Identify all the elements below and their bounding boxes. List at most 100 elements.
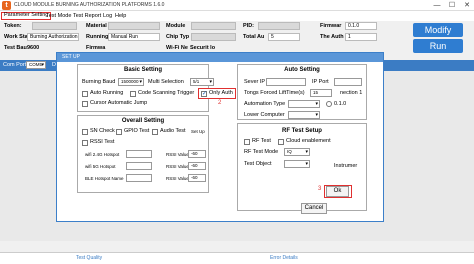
ble-rssi-label: RSSI Value [166, 176, 189, 181]
firmware-right-field[interactable]: 0.1.0 [345, 22, 377, 30]
automation-type-select[interactable] [288, 100, 320, 108]
rssi-test-label: RSSI Test [90, 139, 115, 145]
pid-field[interactable] [258, 22, 300, 30]
auto-running-label: Auto Running [90, 90, 124, 96]
rf-test-checkbox[interactable] [244, 139, 250, 145]
auto-setting-heading: Auto Setting [284, 67, 320, 73]
window-title: CLOUD MODULE BURNING AUTHORIZATION PLATF… [14, 2, 165, 8]
chip-type-label: Chip Typ [166, 34, 190, 40]
multi-selection-select[interactable]: 5/1 [190, 78, 214, 86]
server-ip-label: Sever IP [244, 79, 266, 85]
wifi-5g-rssi-input[interactable]: -60 [188, 162, 206, 170]
ok-highlight: Ok [324, 185, 352, 198]
only-auth-option[interactable]: Only Auth [198, 88, 236, 99]
rf-test-heading: RF Test Setup [282, 128, 322, 134]
app-logo-icon: t [2, 1, 11, 10]
code-scanning-checkbox[interactable] [130, 91, 136, 97]
modify-button[interactable]: Modify [413, 23, 463, 37]
total-auth-field[interactable]: 5 [268, 33, 300, 41]
firmware-right-label: Firmwar [320, 23, 342, 29]
cloud-enablement-label: Cloud enablement [286, 138, 331, 144]
chip-type-field[interactable] [191, 33, 236, 41]
running-field[interactable]: Manual Run [108, 33, 160, 41]
test-quality-status: Test Quality [76, 255, 103, 261]
auto-setting-panel: Auto Setting Sever IP IP Port Tongs Forc… [237, 64, 367, 120]
rssi-test-checkbox[interactable] [82, 140, 88, 146]
auth-label: The Auth [320, 34, 344, 40]
rf-test-mode-select[interactable]: IQ [284, 148, 310, 156]
maximize-button[interactable]: ☐ [445, 0, 459, 11]
wifi-5g-rssi-label: RSSI Value [166, 164, 189, 169]
multi-selection-label: Multi Selection [148, 79, 184, 85]
ok-marker: 3 [318, 186, 322, 192]
dialog-title: SET UP [57, 53, 383, 62]
ble-hotspot-input[interactable] [126, 174, 152, 182]
work-station-field[interactable]: Burning Authorization [27, 33, 79, 41]
ok-button[interactable]: Ok [326, 186, 349, 197]
cursor-jump-label: Cursor Automatic Jump [90, 100, 148, 106]
status-bar: Test Quality Error Details [0, 252, 474, 264]
code-scanning-label: Code Scanning Trigger [138, 90, 195, 96]
server-ip-input[interactable] [266, 78, 306, 86]
test-object-select[interactable] [284, 160, 310, 168]
only-auth-checkbox[interactable] [201, 90, 207, 97]
token-field[interactable] [32, 22, 77, 30]
audio-test-checkbox[interactable] [152, 129, 158, 135]
ble-rssi-input[interactable]: -60 [188, 174, 206, 182]
auto-running-checkbox[interactable] [82, 91, 88, 97]
instrument-label: Instrumer [334, 163, 358, 169]
auth-field[interactable]: 1 [345, 33, 377, 41]
burning-baud-select[interactable]: 1500000 [118, 78, 144, 86]
only-auth-label: Only Auth [209, 90, 233, 96]
test-baud-value: 9600 [27, 45, 40, 51]
wifi-5g-label: wifi 5G Hotspot [85, 164, 116, 169]
menu-test-mode[interactable]: Test Mode [44, 12, 73, 20]
audio-test-label: Audio Test [160, 128, 186, 134]
test-baud-label: Test Bau [4, 45, 27, 51]
menu-help[interactable]: Help [113, 12, 128, 20]
rf-test-mode-label: RF Test Mode [244, 149, 279, 155]
total-auth-label: Total Au [243, 34, 265, 40]
setup-dialog: SET UP Basic Setting Burning Baud 150000… [56, 52, 384, 222]
cloud-enablement-checkbox[interactable] [278, 139, 284, 145]
rf-test-panel: RF Test Setup RF Test Cloud enablement R… [237, 123, 367, 211]
tongs-lift-label: Tongs Forced LiftTime(s) [244, 90, 305, 96]
wifi-5g-input[interactable] [126, 162, 152, 170]
wifi-24g-input[interactable] [126, 150, 152, 158]
gpio-test-checkbox[interactable] [116, 129, 122, 135]
wifi-24g-label: wifi 2.4G Hotspot [85, 152, 120, 157]
menu-test-report[interactable]: Test Report [71, 12, 103, 20]
basic-setting-panel: Basic Setting Burning Baud 1500000 Multi… [77, 64, 214, 112]
rf-test-label: RF Test [252, 138, 271, 144]
error-details-status: Error Details [270, 255, 298, 261]
module-field[interactable] [191, 22, 236, 30]
overall-setting-panel: Overall Setting SN Check GPIO Test Audio… [77, 115, 209, 193]
lower-computer-select[interactable] [288, 111, 320, 119]
ip-port-input[interactable] [334, 78, 362, 86]
material-field[interactable] [108, 22, 160, 30]
only-auth-marker: 2 [218, 100, 222, 106]
running-label: Running [86, 34, 109, 40]
title-bar: t CLOUD MODULE BURNING AUTHORIZATION PLA… [0, 0, 474, 11]
com-port-label: Com Port [3, 62, 27, 68]
burning-baud-label: Burning Baud [82, 79, 116, 85]
sn-check-label: SN Check [90, 128, 115, 134]
basic-setting-heading: Basic Setting [123, 67, 162, 73]
tongs-lift-input[interactable]: 15 [310, 89, 332, 97]
connection-label: nection 1 [340, 90, 363, 96]
overall-setting-heading: Overall Setting [121, 118, 165, 124]
pid-label: PID: [243, 23, 254, 29]
run-button[interactable]: Run [413, 39, 463, 53]
cancel-button[interactable]: Cancel [301, 203, 327, 214]
automation-radio-label: 0.1.0 [334, 101, 347, 107]
automation-radio[interactable] [326, 101, 332, 107]
close-button[interactable]: ✕ [460, 0, 474, 11]
minimize-button[interactable]: — [430, 0, 444, 11]
sn-check-checkbox[interactable] [82, 129, 88, 135]
audio-setup-link[interactable]: Set Up [191, 129, 205, 134]
work-station-label: Work Sta [4, 34, 28, 40]
cursor-jump-checkbox[interactable] [82, 101, 88, 107]
ip-port-label: IP Port [312, 79, 329, 85]
com-port-select[interactable]: COM5 [26, 61, 46, 69]
wifi-24g-rssi-input[interactable]: -60 [188, 150, 206, 158]
